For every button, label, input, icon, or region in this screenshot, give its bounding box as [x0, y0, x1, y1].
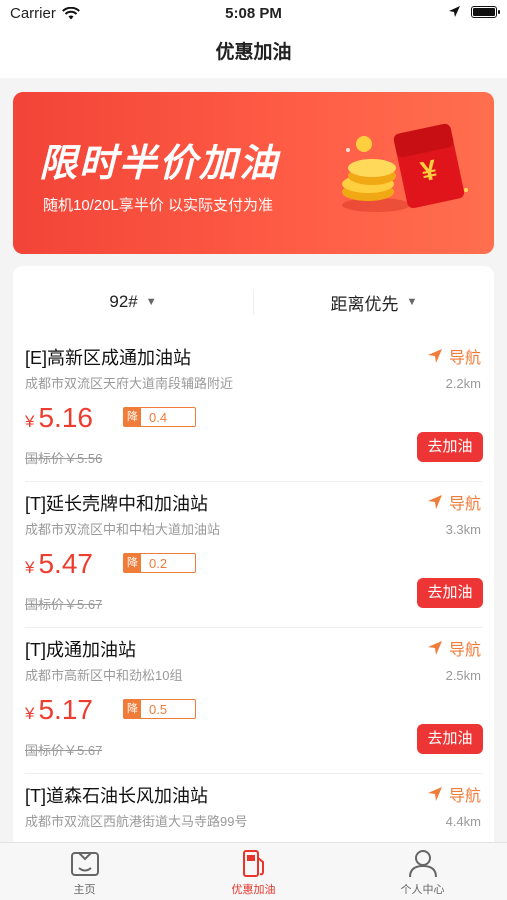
navigation-arrow-icon [427, 641, 442, 655]
go-refuel-button[interactable]: 去加油 [417, 724, 483, 754]
drop-tag: 降 [124, 408, 141, 426]
drop-amount: 0.5 [149, 701, 168, 717]
navigation-arrow-icon [427, 787, 442, 801]
station-item[interactable]: [T]成通加油站 成都市高新区中和劲松10组 导航 2.5km ¥ 5.17 降… [25, 628, 483, 774]
tab-discount-fuel[interactable]: 优惠加油 [169, 843, 338, 900]
tab-bar: 主页 优惠加油 个人中心 [0, 842, 507, 900]
navigate-label: 导航 [448, 496, 481, 513]
navigate-button[interactable]: 导航 [427, 490, 481, 514]
station-list-card: 92# ▼ 距离优先 ▼ [E]高新区成通加油站 成都市双流区天府大道南段辅路附… [13, 266, 494, 866]
station-address: 成都市双流区中和中柏大道加油站 [25, 522, 221, 537]
discount-price: ¥ 5.17 [25, 694, 93, 726]
station-address: 成都市高新区中和劲松10组 [25, 668, 183, 683]
drop-tag: 降 [124, 554, 141, 572]
station-name: [T]延长壳牌中和加油站 [25, 494, 208, 514]
discount-price: ¥ 5.16 [25, 402, 93, 434]
standard-price: 国标价￥5.56 [25, 451, 103, 466]
tab-label: 个人中心 [400, 884, 445, 896]
tab-label: 优惠加油 [231, 884, 276, 896]
fuel-type-filter[interactable]: 92# ▼ [13, 292, 253, 312]
navigation-arrow-icon [427, 495, 442, 509]
drop-amount: 0.4 [149, 409, 168, 425]
fuel-pump-icon [242, 850, 264, 877]
price-drop-badge: 降 0.5 [123, 699, 197, 719]
navigate-button[interactable]: 导航 [427, 636, 481, 660]
go-refuel-button[interactable]: 去加油 [417, 432, 483, 462]
home-icon [70, 852, 99, 876]
banner-title: 限时半价加油 [39, 143, 280, 185]
price-value: 5.17 [38, 694, 93, 725]
station-distance: 4.4km [445, 814, 481, 829]
sort-label: 距离优先 [330, 294, 399, 314]
chevron-down-icon: ▼ [145, 296, 157, 308]
station-name: [E]高新区成通加油站 [25, 348, 192, 368]
standard-price: 国标价￥5.67 [25, 743, 103, 758]
filter-row: 92# ▼ 距离优先 ▼ [13, 276, 494, 328]
banner-subtitle: 随机10/20L享半价 以实际支付为准 [43, 197, 274, 214]
station-name: [T]成通加油站 [25, 640, 136, 660]
currency-symbol: ¥ [25, 412, 35, 431]
station-address: 成都市双流区天府大道南段辅路附近 [25, 376, 234, 391]
battery-icon [471, 5, 500, 18]
discount-price: ¥ 5.47 [25, 548, 93, 580]
station-item[interactable]: [E]高新区成通加油站 成都市双流区天府大道南段辅路附近 导航 2.2km ¥ … [25, 336, 483, 482]
fuel-type-label: 92# [109, 292, 138, 311]
tab-home[interactable]: 主页 [0, 843, 169, 900]
station-distance: 3.3km [445, 522, 481, 537]
navigate-label: 导航 [448, 350, 481, 367]
drop-tag: 降 [124, 700, 141, 718]
page-title: 优惠加油 [215, 42, 292, 63]
go-refuel-button[interactable]: 去加油 [417, 578, 483, 608]
station-distance: 2.5km [445, 668, 481, 683]
tab-profile[interactable]: 个人中心 [338, 843, 507, 900]
navigate-label: 导航 [448, 788, 481, 805]
status-time: 5:08 PM [225, 5, 282, 22]
chevron-down-icon: ▼ [406, 296, 418, 308]
nav-bar: 优惠加油 [0, 30, 507, 78]
navigate-button[interactable]: 导航 [427, 344, 481, 368]
status-right-icons [448, 5, 500, 18]
station-name: [T]道森石油长风加油站 [25, 786, 208, 806]
standard-price: 国标价￥5.67 [25, 597, 103, 612]
price-value: 5.47 [38, 548, 93, 579]
red-envelope-coins-icon: ¥ [342, 123, 468, 212]
status-bar: Carrier 5:08 PM [0, 0, 507, 30]
station-address: 成都市双流区西航港街道大马寺路99号 [25, 814, 248, 829]
sort-filter[interactable]: 距离优先 ▼ [254, 290, 494, 315]
currency-symbol: ¥ [25, 704, 35, 723]
price-value: 5.16 [38, 402, 93, 433]
price-drop-badge: 降 0.2 [123, 553, 197, 573]
currency-symbol: ¥ [25, 558, 35, 577]
tab-label: 主页 [73, 884, 96, 896]
navigation-arrow-icon [427, 349, 442, 363]
navigate-label: 导航 [448, 642, 481, 659]
price-drop-badge: 降 0.4 [123, 407, 197, 427]
drop-amount: 0.2 [149, 555, 168, 571]
station-distance: 2.2km [445, 376, 481, 391]
station-item[interactable]: [T]延长壳牌中和加油站 成都市双流区中和中柏大道加油站 导航 3.3km ¥ … [25, 482, 483, 628]
person-icon [408, 850, 437, 878]
navigate-button[interactable]: 导航 [427, 782, 481, 806]
promo-banner[interactable]: 限时半价加油 随机10/20L享半价 以实际支付为准 ¥ [13, 92, 494, 254]
location-arrow-icon [449, 6, 460, 17]
